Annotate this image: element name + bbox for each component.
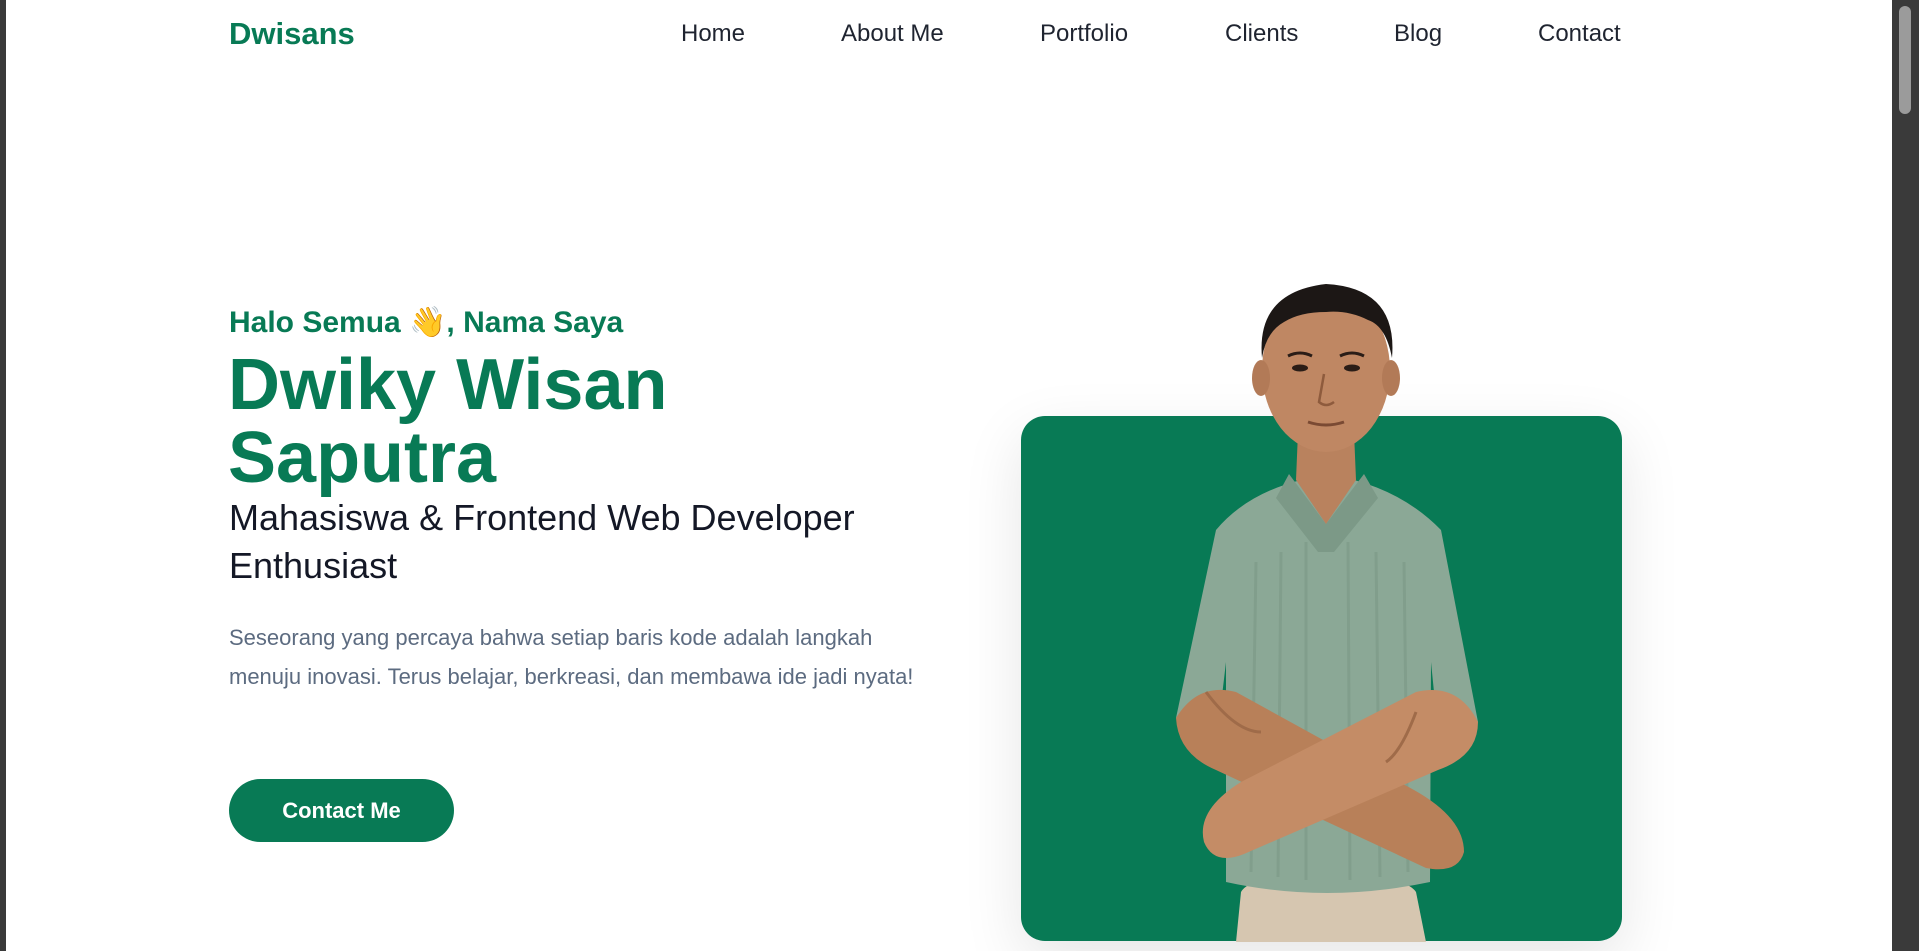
hero-name-line2: Saputra: [228, 418, 497, 498]
nav-about-me[interactable]: About Me: [841, 20, 944, 48]
greeting-suffix: , Nama Saya: [446, 306, 624, 339]
hero-bio: Seseorang yang percaya bahwa setiap bari…: [229, 625, 914, 689]
main-nav: Home About Me Portfolio Clients Blog Con…: [6, 20, 1892, 50]
hero-greeting: Halo Semua 👋, Nama Saya: [229, 305, 623, 340]
nav-contact[interactable]: Contact: [1538, 20, 1621, 48]
nav-clients[interactable]: Clients: [1225, 20, 1298, 48]
nav-portfolio[interactable]: Portfolio: [1040, 20, 1128, 48]
waving-hand-icon: 👋: [409, 306, 447, 339]
nav-home[interactable]: Home: [681, 20, 745, 48]
hero-role: Mahasiswa & Frontend Web Developer Enthu…: [229, 497, 855, 586]
contact-me-button[interactable]: Contact Me: [229, 779, 454, 842]
nav-blog[interactable]: Blog: [1394, 20, 1442, 48]
window-frame-right: [1892, 0, 1919, 951]
hero-name-line1: Dwiky Wisan: [228, 345, 668, 425]
page: Dwisans Home About Me Portfolio Clients …: [6, 0, 1892, 951]
greeting-text: Halo Semua: [229, 306, 410, 339]
hero-name: Dwiky Wisan Saputra: [228, 349, 788, 495]
portrait-photo: [1176, 284, 1478, 942]
scrollbar-thumb[interactable]: [1899, 6, 1911, 114]
